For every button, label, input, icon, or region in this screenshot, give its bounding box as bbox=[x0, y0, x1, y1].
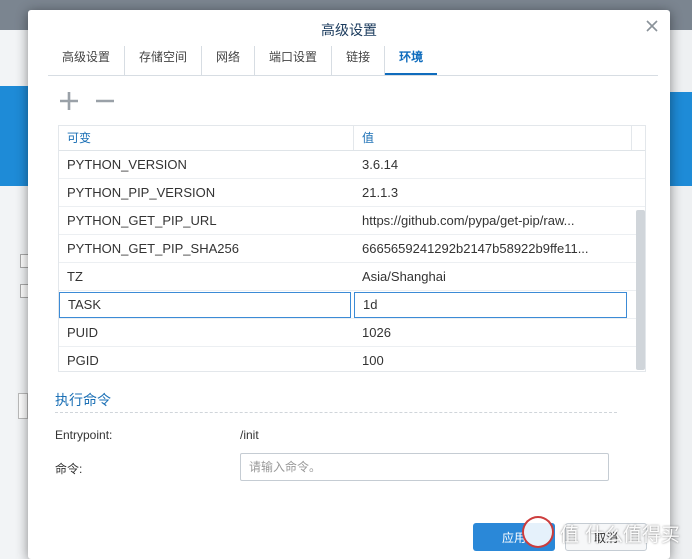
tab-network[interactable]: 网络 bbox=[202, 46, 256, 75]
table-row[interactable]: TZ Asia/Shanghai bbox=[59, 263, 645, 291]
variable-name-cell[interactable]: PYTHON_PIP_VERSION bbox=[59, 179, 354, 206]
variable-value-editor[interactable]: 1d bbox=[354, 292, 627, 318]
tab-bar: 高级设置 存储空间 网络 端口设置 链接 环境 bbox=[48, 46, 658, 76]
variable-name-cell[interactable]: PYTHON_VERSION bbox=[59, 151, 354, 178]
column-header-value[interactable]: 值 bbox=[354, 126, 632, 150]
variable-value-cell[interactable]: 1026 bbox=[354, 319, 632, 346]
command-label: 命令: bbox=[55, 462, 83, 476]
table-body: PYTHON_VERSION 3.6.14 PYTHON_PIP_VERSION… bbox=[59, 151, 645, 371]
variable-name-cell[interactable]: PYTHON_GET_PIP_URL bbox=[59, 207, 354, 234]
table-row-editing[interactable]: TASK 1d bbox=[59, 291, 645, 319]
env-variables-table: 可变 值 PYTHON_VERSION 3.6.14 PYTHON_PIP_VE… bbox=[58, 125, 646, 372]
variable-value-cell[interactable]: 21.1.3 bbox=[354, 179, 632, 206]
table-row[interactable]: PYTHON_VERSION 3.6.14 bbox=[59, 151, 645, 179]
table-row[interactable]: PYTHON_GET_PIP_URL https://github.com/py… bbox=[59, 207, 645, 235]
advanced-settings-dialog: 高级设置 高级设置 存储空间 网络 端口设置 链接 环境 可变 值 PYTHON… bbox=[28, 10, 670, 559]
close-icon[interactable] bbox=[644, 18, 660, 34]
entrypoint-value: /init bbox=[240, 428, 259, 442]
variable-value-cell[interactable]: https://github.com/pypa/get-pip/raw... bbox=[354, 207, 632, 234]
dialog-header: 高级设置 bbox=[28, 10, 670, 46]
table-row[interactable]: PYTHON_PIP_VERSION 21.1.3 bbox=[59, 179, 645, 207]
variable-name-cell[interactable]: TZ bbox=[59, 263, 354, 290]
variable-value-cell[interactable]: 6665659241292b2147b58922b9ffe11... bbox=[354, 235, 632, 262]
tab-storage[interactable]: 存储空间 bbox=[125, 46, 203, 75]
variable-name-cell[interactable]: PUID bbox=[59, 319, 354, 346]
entrypoint-label: Entrypoint: bbox=[55, 428, 113, 442]
variable-name-editor[interactable]: TASK bbox=[59, 292, 351, 318]
dialog-title: 高级设置 bbox=[321, 22, 377, 38]
tab-port-settings[interactable]: 端口设置 bbox=[255, 46, 333, 75]
watermark-logo-icon bbox=[522, 516, 554, 548]
section-divider bbox=[55, 412, 617, 413]
tab-advanced[interactable]: 高级设置 bbox=[48, 46, 126, 75]
variable-value-cell[interactable]: 100 bbox=[354, 347, 632, 371]
exec-section-title: 执行命令 bbox=[55, 392, 111, 408]
variable-name-cell[interactable]: PGID bbox=[59, 347, 354, 371]
table-row[interactable]: PGID 100 bbox=[59, 347, 645, 371]
plus-icon[interactable] bbox=[58, 90, 80, 112]
env-toolbar bbox=[58, 90, 116, 112]
command-input[interactable] bbox=[240, 453, 609, 481]
variable-value-cell[interactable]: 3.6.14 bbox=[354, 151, 632, 178]
variable-name-cell[interactable]: PYTHON_GET_PIP_SHA256 bbox=[59, 235, 354, 262]
table-row[interactable]: PYTHON_GET_PIP_SHA256 6665659241292b2147… bbox=[59, 235, 645, 263]
watermark: 值 什么值得买 bbox=[522, 514, 690, 554]
variable-value-cell[interactable]: Asia/Shanghai bbox=[354, 263, 632, 290]
background-button bbox=[18, 393, 28, 419]
column-header-variable[interactable]: 可变 bbox=[59, 126, 354, 150]
tab-environment[interactable]: 环境 bbox=[385, 46, 438, 75]
table-scrollbar[interactable] bbox=[636, 210, 645, 370]
watermark-text: 值 什么值得买 bbox=[560, 524, 681, 546]
table-header: 可变 值 bbox=[59, 126, 645, 151]
tab-links[interactable]: 链接 bbox=[332, 46, 386, 75]
table-row[interactable]: PUID 1026 bbox=[59, 319, 645, 347]
minus-icon[interactable] bbox=[94, 90, 116, 112]
